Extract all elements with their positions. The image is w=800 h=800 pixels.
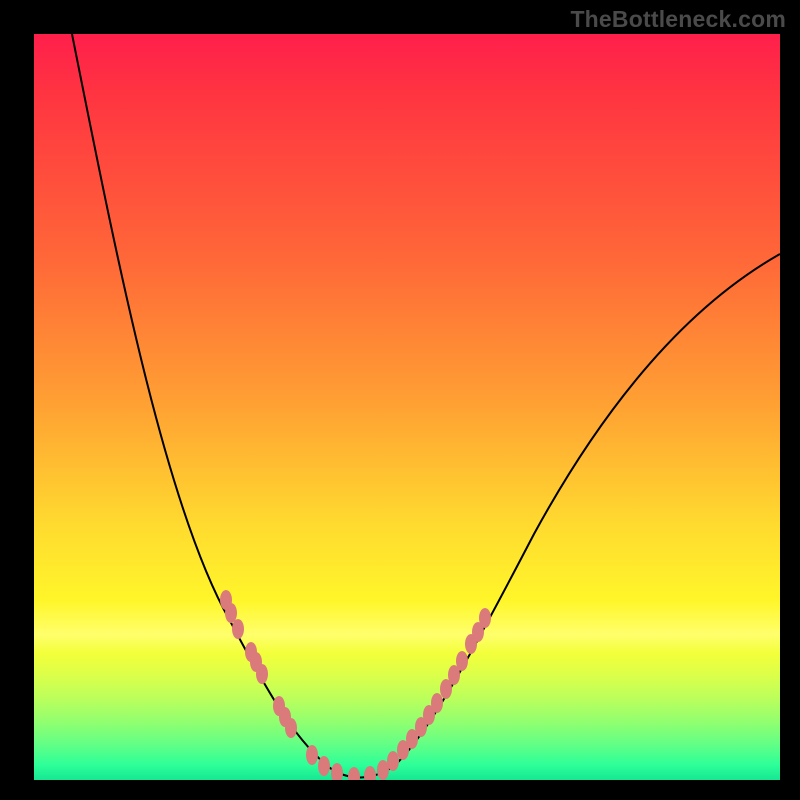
data-marker [225, 603, 237, 623]
data-marker [306, 745, 318, 765]
marker-layer [220, 590, 491, 780]
data-marker [479, 608, 491, 628]
curve-layer [72, 34, 780, 778]
data-marker [331, 763, 343, 780]
data-marker [348, 767, 360, 780]
data-marker [387, 751, 399, 771]
data-marker [318, 756, 330, 776]
data-marker [431, 693, 443, 713]
data-marker [285, 718, 297, 738]
watermark-text: TheBottleneck.com [570, 6, 786, 33]
chart-svg [34, 34, 780, 780]
data-marker [256, 664, 268, 684]
chart-frame: TheBottleneck.com [0, 0, 800, 800]
plot-area [34, 34, 780, 780]
data-marker [456, 651, 468, 671]
bottleneck-curve [72, 34, 780, 778]
data-marker [232, 619, 244, 639]
data-marker [364, 766, 376, 780]
